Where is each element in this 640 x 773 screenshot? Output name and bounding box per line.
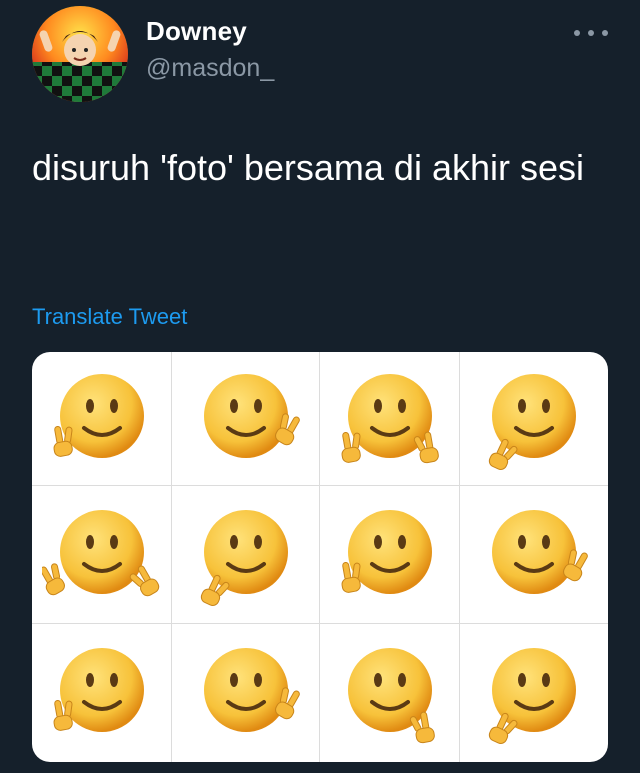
emoji-face bbox=[59, 648, 144, 732]
emoji-eye bbox=[518, 534, 526, 549]
smiling-face-icon bbox=[488, 373, 576, 470]
smiling-face-icon bbox=[53, 648, 144, 732]
translate-tweet-link[interactable]: Translate Tweet bbox=[32, 304, 187, 330]
smiling-face-icon bbox=[341, 373, 439, 463]
emoji-cell bbox=[460, 624, 608, 762]
emoji-cell bbox=[32, 624, 172, 762]
user-handle[interactable]: @masdon_ bbox=[146, 54, 274, 83]
emoji-eye bbox=[542, 398, 550, 413]
emoji-face bbox=[59, 509, 144, 594]
emoji-cell bbox=[32, 486, 172, 624]
smiling-face-icon bbox=[203, 373, 300, 458]
emoji-eye bbox=[85, 534, 94, 549]
emoji-eye bbox=[229, 673, 238, 687]
emoji-eye bbox=[373, 398, 382, 413]
emoji-cell bbox=[320, 624, 460, 762]
user-avatar[interactable] bbox=[32, 6, 128, 102]
emoji-cell bbox=[320, 486, 460, 624]
emoji-eye bbox=[253, 398, 262, 413]
emoji-cell bbox=[320, 352, 460, 486]
emoji-eye bbox=[253, 673, 262, 687]
emoji-eye bbox=[253, 534, 262, 549]
tweet-media[interactable] bbox=[32, 352, 608, 762]
smiling-face-icon bbox=[41, 509, 159, 596]
emoji-cell bbox=[172, 352, 320, 486]
emoji-eye bbox=[229, 398, 238, 413]
emoji-cell bbox=[32, 352, 172, 486]
emoji-eye bbox=[542, 673, 550, 687]
emoji-face bbox=[347, 648, 432, 732]
emoji-eye bbox=[542, 534, 550, 549]
more-dot bbox=[588, 30, 594, 36]
emoji-cell bbox=[172, 486, 320, 624]
emoji-eye bbox=[397, 673, 406, 687]
smiling-face-icon bbox=[200, 509, 288, 606]
emoji-eye bbox=[373, 534, 382, 549]
emoji-face bbox=[347, 509, 432, 594]
more-dot bbox=[602, 30, 608, 36]
more-options-icon[interactable] bbox=[574, 22, 608, 44]
smiling-face-icon bbox=[53, 373, 144, 458]
emoji-eye bbox=[229, 534, 238, 549]
emoji-eye bbox=[373, 673, 382, 687]
emoji-eye bbox=[397, 398, 406, 413]
smiling-face-icon bbox=[347, 648, 435, 744]
more-dot bbox=[574, 30, 580, 36]
emoji-cell bbox=[460, 352, 608, 486]
emoji-cell bbox=[460, 486, 608, 624]
emoji-face bbox=[59, 373, 144, 458]
emoji-face bbox=[492, 509, 576, 594]
emoji-eye bbox=[85, 398, 94, 413]
emoji-eye bbox=[109, 673, 118, 687]
tweet-text: disuruh 'foto' bersama di akhir sesi bbox=[32, 147, 585, 188]
emoji-cell bbox=[172, 624, 320, 762]
emoji-eye bbox=[109, 398, 118, 413]
emoji-eye bbox=[109, 534, 118, 549]
smiling-face-icon bbox=[341, 509, 432, 594]
emoji-face bbox=[203, 373, 288, 458]
avatar-image bbox=[32, 6, 128, 102]
emoji-face bbox=[203, 648, 288, 732]
smiling-face-icon bbox=[492, 509, 588, 594]
smiling-face-icon bbox=[203, 648, 300, 732]
smiling-face-icon bbox=[488, 648, 576, 745]
emoji-eye bbox=[518, 673, 526, 687]
display-name[interactable]: Downey bbox=[146, 16, 247, 47]
emoji-eye bbox=[518, 398, 526, 413]
emoji-eye bbox=[397, 534, 406, 549]
emoji-eye bbox=[85, 673, 94, 687]
emoji-grid bbox=[32, 352, 608, 762]
